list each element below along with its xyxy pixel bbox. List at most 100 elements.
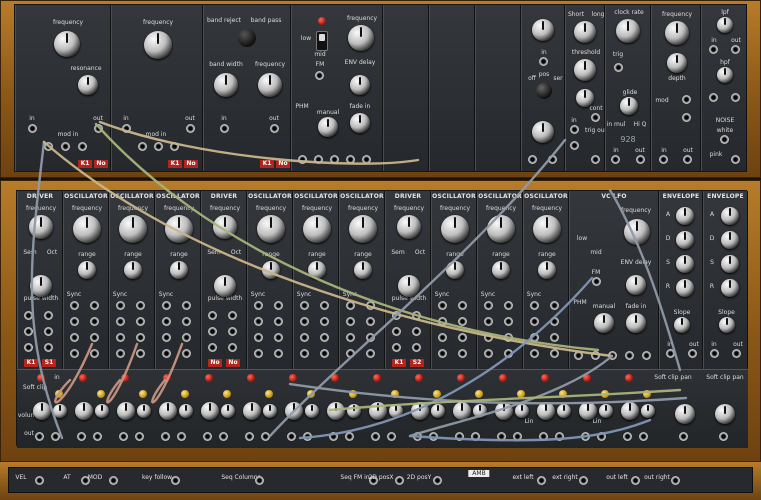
osc-jack[interactable] <box>300 317 309 326</box>
driver-tab-b[interactable]: S1 <box>42 359 56 367</box>
mixer-solo-led[interactable] <box>457 374 465 382</box>
mixer-solo-led[interactable] <box>247 374 255 382</box>
osc-jack[interactable] <box>346 317 355 326</box>
mixer-pan-knob[interactable] <box>515 404 529 418</box>
bottom-bar-jack[interactable] <box>631 476 640 485</box>
bandfilter-mix-knob[interactable] <box>238 29 256 47</box>
mixer-solo-led[interactable] <box>37 374 45 382</box>
lpf-knob[interactable] <box>717 17 733 33</box>
driver-jack[interactable] <box>228 311 237 320</box>
filter1-in-jack[interactable] <box>28 124 37 133</box>
osc-jack[interactable] <box>484 301 493 310</box>
filter2-out-jack[interactable] <box>186 124 195 133</box>
mixer-out-jack[interactable] <box>581 432 590 441</box>
driver-jack[interactable] <box>392 311 401 320</box>
mixer-out-jack[interactable] <box>597 432 606 441</box>
filter2-in-jack[interactable] <box>122 124 131 133</box>
mixer-pan-knob[interactable] <box>179 404 193 418</box>
driver-jack[interactable] <box>228 327 237 336</box>
osc-jack[interactable] <box>530 301 539 310</box>
driver-jack[interactable] <box>208 343 217 352</box>
mixer-out-jack[interactable] <box>161 432 170 441</box>
osc-jack[interactable] <box>438 333 447 342</box>
osc-frequency-knob[interactable] <box>257 215 285 243</box>
mixer-clip-led[interactable] <box>559 390 567 398</box>
mixer-out-jack[interactable] <box>429 432 438 441</box>
mixer-solo-led[interactable] <box>331 374 339 382</box>
envelope-stage-knob[interactable] <box>720 279 739 297</box>
mixer-clip-led[interactable] <box>265 390 273 398</box>
osc-jack[interactable] <box>182 317 191 326</box>
sequencer-top-knob[interactable] <box>532 19 554 41</box>
osc-jack[interactable] <box>300 349 309 358</box>
mixer-pan-knob[interactable] <box>95 404 109 418</box>
filter2-modin-jack-a[interactable] <box>138 142 147 151</box>
bandfilter-frequency-knob[interactable] <box>258 73 282 97</box>
lpf-in-jack[interactable] <box>709 45 718 54</box>
osc-jack[interactable] <box>90 317 99 326</box>
osc-jack[interactable] <box>504 317 513 326</box>
mixer-pan-knob[interactable] <box>263 404 277 418</box>
mixer-pan-knob[interactable] <box>557 404 571 418</box>
osc-jack[interactable] <box>274 349 283 358</box>
mixer-out-jack[interactable] <box>471 432 480 441</box>
osc-jack[interactable] <box>346 333 355 342</box>
samplehold-trig-jack[interactable] <box>570 141 579 150</box>
osc-jack[interactable] <box>254 317 263 326</box>
master-out-jack[interactable] <box>679 432 688 441</box>
osc-jack[interactable] <box>366 349 375 358</box>
osc-jack[interactable] <box>254 349 263 358</box>
mod-out-jack[interactable] <box>683 155 692 164</box>
osc-jack[interactable] <box>550 333 559 342</box>
mixer-solo-led[interactable] <box>625 374 633 382</box>
filter2-modin-jack-b[interactable] <box>154 142 163 151</box>
driver-tab-a[interactable]: No <box>208 359 222 367</box>
lfo-small-fm-jack[interactable] <box>315 71 324 80</box>
driver-pulsewidth-knob[interactable] <box>214 275 236 297</box>
hpf-in-jack[interactable] <box>709 93 718 102</box>
lfo-small-out-jack-2[interactable] <box>314 155 323 164</box>
mixer-pan-knob[interactable] <box>473 404 487 418</box>
osc-jack[interactable] <box>70 301 79 310</box>
osc-jack[interactable] <box>90 349 99 358</box>
osc-jack[interactable] <box>162 333 171 342</box>
osc-jack[interactable] <box>484 349 493 358</box>
driver-pulsewidth-knob[interactable] <box>398 275 420 297</box>
osc-jack[interactable] <box>162 349 171 358</box>
vclfo-out-jack[interactable] <box>608 351 617 360</box>
mod-in-jack[interactable] <box>659 155 668 164</box>
driver-jack[interactable] <box>44 311 53 320</box>
osc-range-knob[interactable] <box>354 261 372 279</box>
sequencer-mode-knob[interactable] <box>536 83 552 99</box>
mixer-pan-knob[interactable] <box>305 404 319 418</box>
mixer-volume-knob[interactable] <box>159 402 177 420</box>
osc-jack[interactable] <box>162 317 171 326</box>
vclfo-fadein-knob[interactable] <box>626 313 646 333</box>
osc-jack[interactable] <box>90 333 99 342</box>
mixer-out-jack[interactable] <box>119 432 128 441</box>
bandfilter-tab-k1[interactable]: K1 <box>260 160 274 168</box>
mixer-out-jack[interactable] <box>387 432 396 441</box>
envelope-slope-knob[interactable] <box>718 317 735 333</box>
mixer-solo-led[interactable] <box>121 374 129 382</box>
mixer-out-jack[interactable] <box>51 432 60 441</box>
mixer-volume-knob[interactable] <box>117 402 135 420</box>
bottom-bar-jack[interactable] <box>579 476 588 485</box>
noise-white-jack[interactable] <box>720 135 729 144</box>
mixer-volume-knob[interactable] <box>579 402 597 420</box>
filter1-modin-jack-b[interactable] <box>61 142 70 151</box>
bottom-bar-jack[interactable] <box>171 476 180 485</box>
filter2-frequency-knob[interactable] <box>144 31 172 59</box>
mixer-solo-led[interactable] <box>583 374 591 382</box>
filter2-modin-jack-c[interactable] <box>170 142 179 151</box>
osc-jack[interactable] <box>116 317 125 326</box>
osc-jack[interactable] <box>274 333 283 342</box>
samplehold-time-knob[interactable] <box>574 21 596 43</box>
vclfo-out-jack[interactable] <box>591 351 600 360</box>
mixer-out-jack[interactable] <box>497 432 506 441</box>
osc-jack[interactable] <box>90 301 99 310</box>
mixer-clip-led[interactable] <box>139 390 147 398</box>
mixer-out-jack[interactable] <box>329 432 338 441</box>
mixer-out-jack[interactable] <box>413 432 422 441</box>
driver-jack[interactable] <box>392 327 401 336</box>
